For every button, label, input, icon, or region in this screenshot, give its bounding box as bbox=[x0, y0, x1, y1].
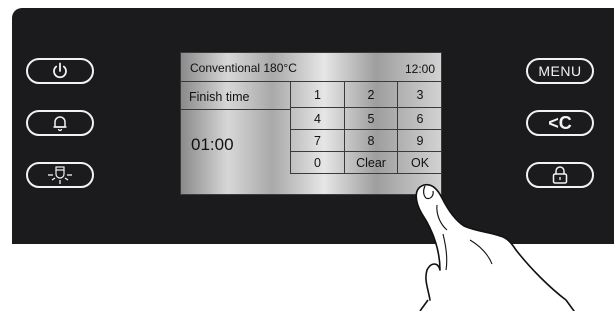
power-button[interactable] bbox=[26, 58, 94, 84]
back-clear-icon: <C bbox=[548, 112, 572, 133]
key-7[interactable]: 7 bbox=[290, 130, 344, 151]
key-4[interactable]: 4 bbox=[290, 108, 344, 129]
oven-light-button[interactable] bbox=[26, 162, 94, 188]
display-header: Conventional 180°C 12:00 bbox=[181, 53, 441, 82]
key-9[interactable]: 9 bbox=[397, 130, 442, 151]
key-0[interactable]: 0 bbox=[290, 152, 344, 173]
top-corner-cutout bbox=[530, 0, 614, 8]
timer-alarm-button[interactable] bbox=[26, 110, 94, 136]
keypad-divider bbox=[290, 173, 442, 174]
divider bbox=[181, 109, 290, 110]
clock: 12:00 bbox=[404, 62, 435, 76]
key-3[interactable]: 3 bbox=[397, 82, 442, 107]
key-5[interactable]: 5 bbox=[344, 108, 397, 129]
lock-icon bbox=[551, 165, 569, 185]
back-clear-button[interactable]: <C bbox=[526, 110, 594, 136]
bell-icon bbox=[51, 114, 69, 132]
key-ok[interactable]: OK bbox=[397, 152, 442, 173]
menu-label: MENU bbox=[538, 63, 582, 79]
key-8[interactable]: 8 bbox=[344, 130, 397, 151]
numeric-keypad: 1 2 3 4 5 6 7 8 9 0 Clear OK bbox=[290, 82, 442, 195]
finish-time-label: Finish time bbox=[189, 90, 250, 104]
lamp-icon bbox=[47, 165, 73, 185]
finish-time-value[interactable]: 01:00 bbox=[191, 135, 234, 155]
key-2[interactable]: 2 bbox=[344, 82, 397, 107]
key-clear[interactable]: Clear bbox=[344, 152, 397, 173]
menu-button[interactable]: MENU bbox=[526, 58, 594, 84]
cooking-mode-title: Conventional 180°C bbox=[190, 61, 297, 75]
child-lock-button[interactable] bbox=[526, 162, 594, 188]
touch-display: Conventional 180°C 12:00 Finish time 01:… bbox=[180, 52, 442, 195]
key-1[interactable]: 1 bbox=[290, 82, 344, 107]
key-6[interactable]: 6 bbox=[397, 108, 442, 129]
power-icon bbox=[51, 62, 69, 80]
